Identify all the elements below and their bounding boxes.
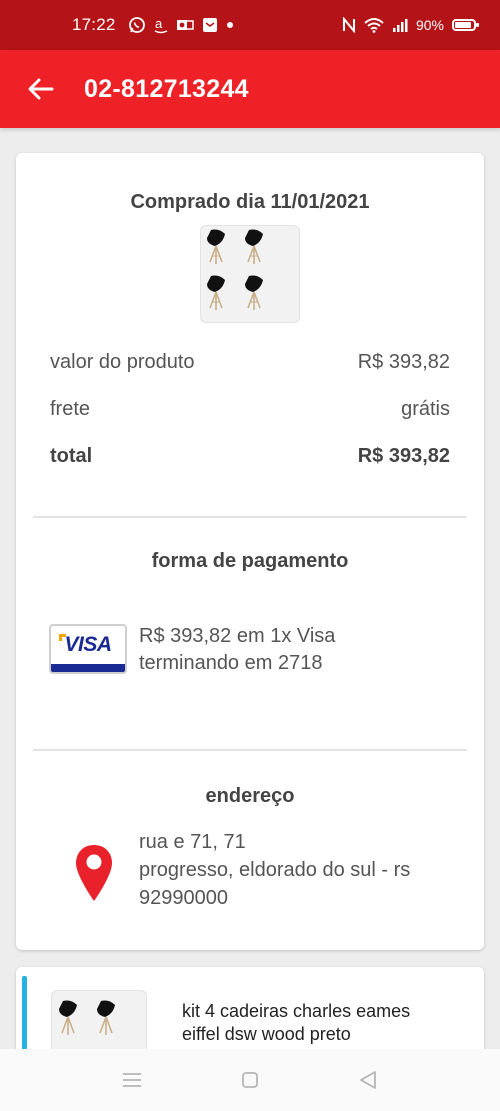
shipping-label: frete: [50, 398, 91, 420]
product-image[interactable]: [201, 226, 299, 322]
address-line-3: 92990000: [139, 887, 228, 909]
visa-card-icon: VISA: [49, 624, 127, 674]
address-line-1: rua e 71, 71: [139, 831, 246, 853]
status-bar: 17:22 a 90%: [0, 0, 500, 50]
payment-line-2: terminando em 2718: [139, 652, 323, 674]
order-summary-card: Comprado dia 11/01/2021 valor do produto…: [16, 153, 484, 950]
system-status: 90%: [342, 17, 479, 33]
divider: [33, 749, 467, 751]
payment-details: R$ 393,82 em 1x Visa terminando em 2718: [139, 623, 459, 677]
back-button[interactable]: [24, 72, 58, 106]
delivery-address: rua e 71, 71 progresso, eldorado do sul …: [139, 828, 469, 912]
total-label: total: [50, 445, 93, 467]
menu-icon: [123, 1073, 141, 1087]
card-brand-label: VISA: [64, 633, 112, 656]
order-number-title: 02-812713244: [84, 74, 249, 103]
address-line-2: progresso, eldorado do sul - rs: [139, 859, 411, 881]
battery-percent: 90%: [415, 17, 444, 33]
wifi-icon: [364, 17, 384, 33]
whatsapp-icon: [128, 16, 146, 34]
divider: [33, 516, 467, 518]
product-value-row: valor do produto R$ 393,82: [50, 351, 450, 374]
visa-stripe: [51, 664, 125, 672]
back-icon: [360, 1071, 376, 1089]
battery-icon: [452, 19, 479, 31]
payment-line-1: R$ 393,82 em 1x Visa: [139, 625, 336, 647]
svg-text:a: a: [155, 16, 163, 31]
mail-icon: [202, 17, 218, 33]
product-name: kit 4 cadeiras charles eames eiffel dsw …: [182, 1000, 472, 1046]
system-back-button[interactable]: [356, 1068, 380, 1092]
purchase-date: Comprado dia 11/01/2021: [130, 191, 370, 213]
product-name-line-2: eiffel dsw wood preto: [182, 1024, 351, 1044]
dot-icon: [226, 21, 234, 29]
product-value: R$ 393,82: [357, 351, 450, 373]
system-nav-bar: [0, 1049, 500, 1111]
outlook-icon: [176, 17, 194, 33]
shipping-value: grátis: [401, 398, 450, 420]
payment-section-title: forma de pagamento: [151, 550, 349, 572]
home-button[interactable]: [238, 1068, 262, 1092]
signal-icon: [392, 18, 408, 32]
shipping-row: frete grátis: [50, 398, 450, 421]
home-icon: [242, 1072, 258, 1088]
location-pin-icon: [76, 845, 112, 901]
notification-icons: a: [128, 16, 234, 34]
nfc-icon: [342, 17, 356, 33]
chairs-image: [206, 228, 264, 311]
amazon-icon: a: [154, 16, 168, 34]
total-row: total R$ 393,82: [50, 445, 450, 468]
product-name-line-1: kit 4 cadeiras charles eames: [182, 1001, 411, 1021]
back-arrow-icon: [28, 78, 54, 100]
app-bar: 02-812713244: [0, 50, 500, 128]
total-value: R$ 393,82: [357, 445, 450, 467]
recent-apps-button[interactable]: [120, 1068, 144, 1092]
address-section-title: endereço: [205, 785, 295, 807]
status-time: 17:22: [72, 15, 116, 34]
product-value-label: valor do produto: [50, 351, 195, 373]
